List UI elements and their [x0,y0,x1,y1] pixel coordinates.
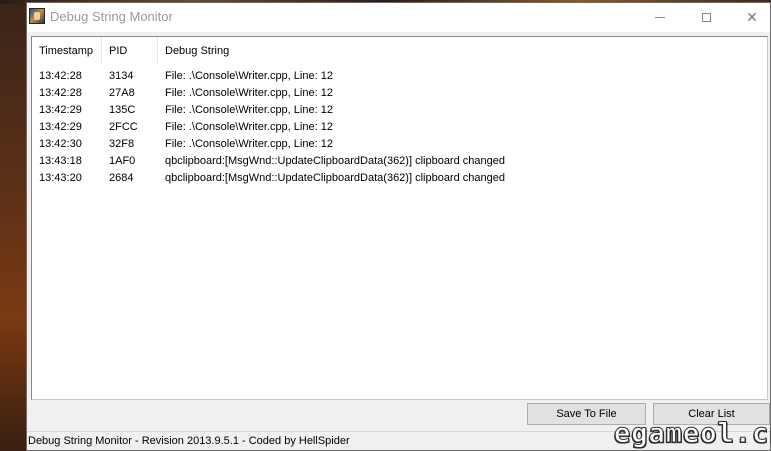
desktop-background [0,0,26,451]
maximize-icon [701,13,711,22]
cell-debug-string: File: .\Console\Writer.cpp, Line: 12 [165,121,333,133]
maximize-button[interactable] [683,3,729,32]
table-row[interactable]: 13:43:18 1AF0 qbclipboard:[MsgWnd::Updat… [32,153,767,170]
minimize-icon [655,17,665,18]
table-row[interactable]: 13:42:29 135C File: .\Console\Writer.cpp… [32,102,767,119]
minimize-button[interactable] [637,3,683,32]
table-row[interactable]: 13:42:30 32F8 File: .\Console\Writer.cpp… [32,136,767,153]
table-row[interactable]: 13:43:20 2684 qbclipboard:[MsgWnd::Updat… [32,170,767,187]
cell-debug-string: File: .\Console\Writer.cpp, Line: 12 [165,138,333,150]
cell-pid: 2FCC [109,121,138,133]
cell-timestamp: 13:42:29 [39,121,82,133]
cell-pid: 3134 [109,70,134,82]
debug-list[interactable]: Timestamp PID Debug String 13:42:28 3134… [31,36,768,400]
cell-debug-string: File: .\Console\Writer.cpp, Line: 12 [165,104,333,116]
cell-timestamp: 13:43:20 [39,172,82,184]
window-title: Debug String Monitor [50,9,173,24]
cell-pid: 2684 [109,172,134,184]
table-row[interactable]: 13:42:29 2FCC File: .\Console\Writer.cpp… [32,119,767,136]
app-window: Debug String Monitor ✕ Timestamp PID Deb… [26,2,771,451]
close-icon: ✕ [746,9,758,25]
cell-debug-string: qbclipboard:[MsgWnd::UpdateClipboardData… [165,172,505,184]
cell-timestamp: 13:42:28 [39,87,82,99]
column-header-debug-string[interactable]: Debug String [158,37,538,65]
cell-debug-string: File: .\Console\Writer.cpp, Line: 12 [165,70,333,82]
column-header-pid[interactable]: PID [102,37,158,65]
cell-debug-string: qbclipboard:[MsgWnd::UpdateClipboardData… [165,155,505,167]
cell-pid: 1AF0 [109,155,136,167]
cell-timestamp: 13:42:28 [39,70,82,82]
client-area: Timestamp PID Debug String 13:42:28 3134… [27,32,770,450]
table-row[interactable]: 13:42:28 3134 File: .\Console\Writer.cpp… [32,68,767,85]
column-header-timestamp[interactable]: Timestamp [32,37,102,65]
close-button[interactable]: ✕ [729,3,771,32]
app-icon[interactable] [29,8,45,24]
list-rows: 13:42:28 3134 File: .\Console\Writer.cpp… [32,68,767,187]
cell-timestamp: 13:42:30 [39,138,82,150]
cell-pid: 32F8 [109,138,135,150]
list-header: Timestamp PID Debug String [32,37,767,65]
cell-timestamp: 13:42:29 [39,104,82,116]
table-row[interactable]: 13:42:28 27A8 File: .\Console\Writer.cpp… [32,85,767,102]
cell-debug-string: File: .\Console\Writer.cpp, Line: 12 [165,87,333,99]
titlebar[interactable]: Debug String Monitor ✕ [27,3,770,32]
cell-pid: 27A8 [109,87,135,99]
watermark-text: egameol.cn [614,418,771,450]
cell-timestamp: 13:43:18 [39,155,82,167]
cell-pid: 135C [109,104,136,116]
